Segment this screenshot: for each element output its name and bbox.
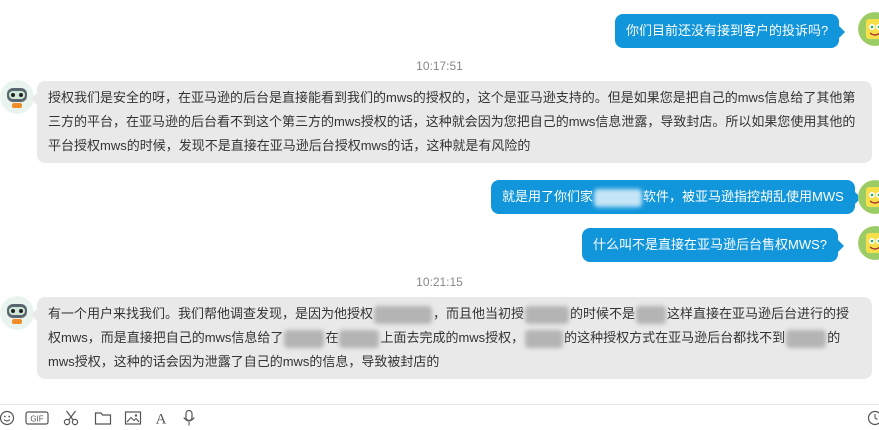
chat-history[interactable]: 你们目前还没有接到客户的投诉吗? 10:17:51 授权我们是安全的呀，在亚马逊… [0,0,879,405]
redacted-region [284,330,324,348]
user-avatar[interactable] [858,180,879,214]
gif-label: GIF [30,415,43,424]
message-text: 的时候不是 [570,306,635,321]
message-line: mws授权，这种的话会因为泄露了自己的mws的信息，导致被封店的 [48,350,861,374]
message-text: 有一个用户来找我们。我们帮他调查发现，是因为他授权 [48,306,373,321]
microphone-icon [182,409,196,427]
message-incoming[interactable]: 授权我们是安全的呀，在亚马逊的后台是直接能看到我们的mws的授权的，这个是亚马逊… [37,81,872,163]
redacted-region [525,330,563,348]
message-line: 有一个用户来找我们。我们帮他调查发现，是因为他授权 ，而且他当初授 的时候不是 这样直… [48,302,861,326]
message-line: 平台授权mws的时候，发现不是直接在亚马逊后台授权mws的话，这种就是有风险的 [48,134,861,158]
message-text: 软件，被亚马逊指控胡乱使用MWS [643,189,844,204]
message-line: 三方的平台，在亚马逊的后台看不到这个第三方的mws授权的话，这种就会因为您把自己… [48,110,861,134]
message-text: mws授权，这种的话会因为泄露了自己的mws的信息，导致被封店的 [48,354,439,369]
robot-avatar-icon [0,296,34,330]
font-label: A [156,412,167,427]
message-text: 什么叫不是直接在亚马逊后台售权MWS? [593,237,827,252]
robot-avatar-icon [0,80,34,114]
clock-icon [867,410,879,426]
message-text: 在 [325,330,338,345]
image-button[interactable] [122,408,144,428]
message-text: ，而且他当初授 [433,306,524,321]
voice-button[interactable] [178,408,200,428]
message-line: 授权我们是安全的呀，在亚马逊的后台是直接能看到我们的mws的授权的，这个是亚马逊… [48,86,861,110]
font-button[interactable]: A [150,408,172,428]
screenshot-button[interactable] [60,408,82,428]
scissors-icon [62,409,80,427]
emoji-button[interactable] [0,408,18,428]
file-button[interactable] [92,408,114,428]
contact-avatar[interactable] [0,296,34,330]
sponge-avatar-icon [858,12,879,46]
message-text: 这样直接在亚马逊后台进行的授 [667,306,849,321]
history-button[interactable] [864,408,879,428]
gif-icon: GIF [25,410,49,426]
redacted-region [374,306,432,324]
folder-icon [94,410,112,426]
redacted-region [786,330,826,348]
message-text: 的这种授权方式在亚马逊后台都找不到 [564,330,785,345]
timestamp: 10:21:15 [0,275,879,289]
message-outgoing[interactable]: 什么叫不是直接在亚马逊后台售权MWS? [582,228,838,262]
message-text: 的 [827,330,840,345]
sponge-avatar-icon [858,180,879,214]
user-avatar[interactable] [858,12,879,46]
redacted-region [339,330,379,348]
message-text: 上面去完成的mws授权， [380,330,524,345]
image-icon [124,410,142,426]
contact-avatar[interactable] [0,80,34,114]
timestamp: 10:17:51 [0,59,879,73]
redacted-region [525,306,569,324]
message-text: 你们目前还没有接到客户的投诉吗? [626,23,828,38]
gif-button[interactable]: GIF [24,408,50,428]
redacted-region [594,189,642,207]
message-line: 权mws，而是直接把自己的mws信息给了 在 上面去完成的mws授权， 的这种授权方式… [48,326,861,350]
redacted-region [636,306,666,324]
message-text: 就是用了你们家 [502,189,593,204]
message-outgoing[interactable]: 你们目前还没有接到客户的投诉吗? [615,14,839,48]
message-outgoing[interactable]: 就是用了你们家 软件，被亚马逊指控胡乱使用MWS [491,180,855,214]
message-incoming[interactable]: 有一个用户来找我们。我们帮他调查发现，是因为他授权 ，而且他当初授 的时候不是 这样直… [37,297,872,379]
message-text: 权mws，而是直接把自己的mws信息给了 [48,330,283,345]
emoji-icon [0,410,15,426]
font-icon: A [153,410,169,426]
sponge-avatar-icon [858,226,879,260]
user-avatar[interactable] [858,226,879,260]
input-toolbar: GIF A [0,404,879,430]
